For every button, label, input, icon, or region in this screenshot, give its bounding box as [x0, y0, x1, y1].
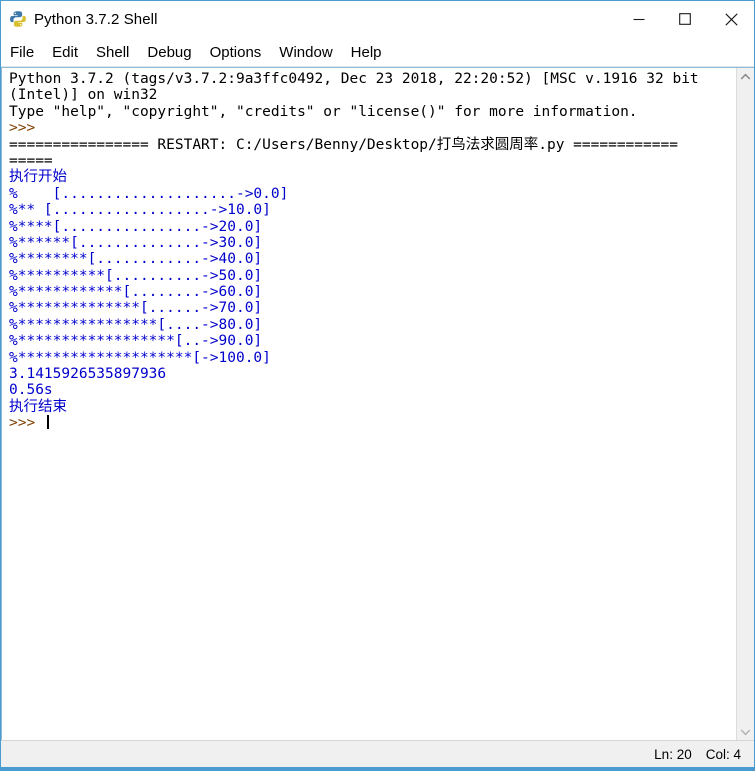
window-controls — [616, 1, 754, 37]
console-line: %******************[..->90.0] — [9, 333, 263, 350]
console-line: 执行结束 — [9, 398, 67, 415]
vertical-scrollbar[interactable] — [736, 68, 754, 740]
console-line: %********[............->40.0] — [9, 251, 263, 268]
close-button[interactable] — [708, 1, 754, 37]
status-bar: Ln: 20 Col: 4 — [1, 740, 754, 767]
console-line: (Intel)] on win32 — [9, 87, 158, 104]
python-logo-icon — [9, 10, 27, 28]
console-line: %************[........->60.0] — [9, 284, 263, 301]
console-line: >>> — [9, 415, 736, 431]
text-caret — [46, 415, 49, 430]
python-shell-window: Python 3.7.2 Shell File Edit Shell Debug… — [0, 0, 755, 771]
menu-item-help[interactable]: Help — [351, 42, 391, 63]
chevron-up-icon — [740, 73, 751, 80]
status-line-number: Ln: 20 — [654, 746, 692, 762]
maximize-icon — [679, 13, 691, 25]
maximize-button[interactable] — [662, 1, 708, 37]
console-line: Python 3.7.2 (tags/v3.7.2:9a3ffc0492, De… — [9, 71, 699, 87]
scroll-down-button[interactable] — [737, 723, 754, 740]
console-line: 0.56s — [9, 382, 53, 399]
console-line: >>> — [9, 120, 44, 137]
menu-item-debug[interactable]: Debug — [147, 42, 200, 63]
status-column-number: Col: 4 — [705, 746, 741, 762]
console-line: %******[..............->30.0] — [9, 234, 263, 251]
menu-item-edit[interactable]: Edit — [52, 42, 87, 63]
console-line: % [....................->0.0] — [9, 185, 289, 202]
menu-item-file[interactable]: File — [10, 42, 43, 63]
chevron-down-icon — [740, 728, 751, 735]
window-title: Python 3.7.2 Shell — [34, 10, 158, 28]
console-line: %** [..................->10.0] — [9, 202, 271, 219]
console-line: %********************[->100.0] — [9, 349, 271, 366]
shell-text-area[interactable]: Python 3.7.2 (tags/v3.7.2:9a3ffc0492, De… — [1, 67, 754, 740]
shell-output[interactable]: Python 3.7.2 (tags/v3.7.2:9a3ffc0492, De… — [4, 68, 736, 740]
menu-item-options[interactable]: Options — [210, 42, 271, 63]
scrollbar-track[interactable] — [737, 85, 754, 723]
menu-item-shell[interactable]: Shell — [96, 42, 138, 63]
menu-bar: File Edit Shell Debug Options Window Hel… — [1, 38, 754, 67]
console-line: %**********[..........->50.0] — [9, 267, 263, 284]
console-line: 执行开始 — [9, 169, 67, 186]
window-bottom-accent — [1, 767, 754, 770]
minimize-button[interactable] — [616, 1, 662, 37]
console-line: %****[................->20.0] — [9, 218, 263, 235]
minimize-icon — [633, 18, 645, 21]
title-bar[interactable]: Python 3.7.2 Shell — [1, 1, 754, 38]
console-line: 3.1415926535897936 — [9, 366, 167, 383]
console-line: ================ RESTART: C:/Users/Benny… — [9, 136, 678, 153]
console-line: %**************[......->70.0] — [9, 300, 263, 317]
console-line: %****************[....->80.0] — [9, 316, 263, 333]
close-icon — [724, 12, 738, 26]
menu-item-window[interactable]: Window — [279, 42, 341, 63]
console-line: ===== — [9, 152, 53, 169]
console-line: Type "help", "copyright", "credits" or "… — [9, 103, 638, 120]
scroll-up-button[interactable] — [737, 68, 754, 85]
